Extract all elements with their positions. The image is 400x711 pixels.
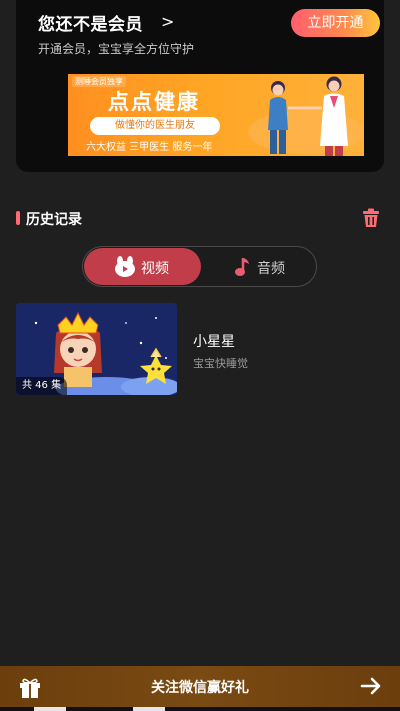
history-title: 历史记录 [26,212,82,228]
follow-wechat-text: 关注微信赢好礼 [151,680,249,696]
doctors-illustration [248,76,364,156]
tab-audio-label: 音频 [257,261,285,277]
nav-indicator [34,707,66,711]
banner-slogan: 做懂你的医生朋友 [90,117,220,135]
tab-audio[interactable]: 音频 [201,248,316,285]
tab-video-label: 视频 [141,261,169,277]
trash-icon[interactable] [360,207,382,229]
chevron-right-icon[interactable]: > [161,12,174,31]
vip-status-title[interactable]: 您还不是会员 [38,10,143,35]
banner-footer: 六大权益 三甲医生 服务一年 [86,142,213,153]
open-membership-button[interactable]: 立即开通 [291,9,380,37]
history-list-item[interactable]: 共 46 集 小星星 宝宝快睡觉 [16,303,384,395]
follow-wechat-banner[interactable]: 关注微信赢好礼 [0,666,400,707]
section-accent-bar [16,211,20,225]
music-note-icon [235,258,249,276]
episode-count-badge: 共 46 集 [16,377,68,395]
arrow-right-icon[interactable] [360,676,382,696]
health-banner[interactable]: 测睡会员独享 点点健康 做懂你的医生朋友 六大权益 三甲医生 服务一年 [68,74,364,156]
tab-video[interactable]: 视频 [84,248,201,285]
media-type-toggle[interactable]: 视频 音频 [82,246,317,287]
vip-subtitle: 开通会员，宝宝享全方位守护 [38,42,195,56]
item-title[interactable]: 小星星 [193,331,235,351]
banner-title: 点点健康 [108,90,200,114]
vip-card[interactable]: 您还不是会员 > 开通会员，宝宝享全方位守护 立即开通 测睡会员独享 点点健康 … [16,0,384,172]
item-subtitle: 宝宝快睡觉 [193,357,248,370]
nav-indicator [133,707,165,711]
video-thumbnail[interactable]: 共 46 集 [16,303,177,395]
video-bunny-icon [115,256,135,277]
